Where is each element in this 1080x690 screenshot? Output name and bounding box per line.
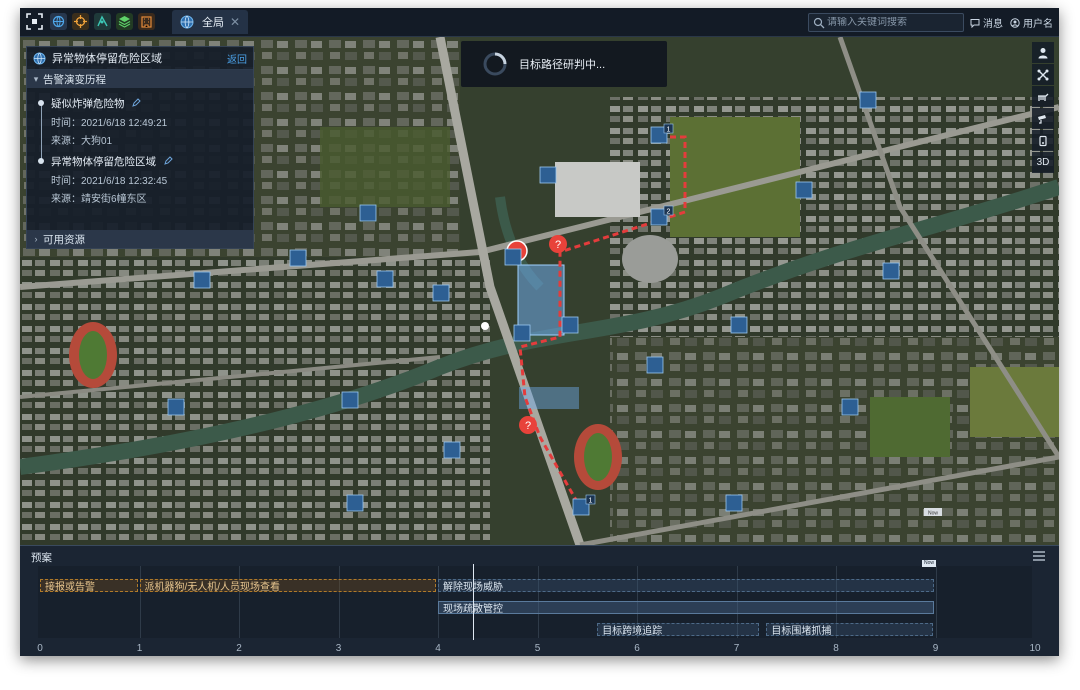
plan-task-bar[interactable]: 现场疏散管控 [438, 601, 934, 614]
event-title: 疑似炸弹危险物 [51, 96, 142, 111]
plan-task-bar[interactable]: 派机器狗/无人机/人员现场查看 [139, 579, 436, 592]
edit-icon[interactable] [131, 98, 142, 108]
event-time: 时间：2021/6/18 12:49:21 [51, 118, 168, 129]
layers-tool-icon[interactable] [116, 13, 133, 30]
section-label: 可用资源 [43, 233, 85, 246]
axis-tick-label: 2 [236, 643, 242, 654]
event-timeline: 疑似炸弹危险物 时间：2021/6/18 12:49:21 来源：大狗01 异常… [27, 88, 253, 230]
view-3d-button[interactable]: 3D [1032, 152, 1054, 173]
now-tag: Now [922, 560, 937, 567]
axis-tick-label: 8 [833, 643, 839, 654]
plan-task-bar[interactable]: 解除现场威胁 [438, 579, 934, 592]
section-label: 告警演变历程 [43, 73, 106, 86]
axis-tick-label: 9 [932, 643, 939, 654]
plan-title: 预案 [31, 552, 52, 564]
axis-tick-label: 3 [335, 643, 342, 654]
panel-header: 异常物体停留危险区域 返回 [27, 47, 253, 70]
svg-text:?: ? [525, 420, 531, 432]
plan-task-bar[interactable]: 接报或告警 [40, 579, 138, 592]
search-input[interactable] [825, 17, 955, 28]
person-layer-icon[interactable] [1032, 42, 1054, 63]
messages-label: 消息 [983, 19, 1003, 30]
grid-line [935, 566, 937, 638]
timeline-dot [38, 158, 44, 164]
event-source: 来源：靖安街6幢东区 [51, 194, 147, 205]
toast-message: 目标路径研判中... [519, 59, 606, 71]
plan-task-bar[interactable]: 目标围堵抓捕 [766, 623, 934, 636]
grid-line [139, 566, 141, 638]
timeline-line [41, 102, 42, 162]
svg-text:?: ? [555, 239, 561, 251]
globe-tool-icon[interactable] [50, 13, 67, 30]
globe-icon [33, 52, 46, 64]
alert-panel: 异常物体停留危险区域 返回 ▾ 告警演变历程 疑似炸弹危险物 时间：2021/6… [26, 46, 254, 249]
map-now-label: Now [928, 511, 938, 517]
back-button[interactable]: 返回 [227, 51, 247, 66]
grid-line [338, 566, 340, 638]
user-label: 用户名 [1023, 19, 1053, 30]
message-icon [970, 18, 980, 28]
axis-tick-label: 6 [634, 643, 640, 654]
chevron-right-icon: › [34, 234, 38, 244]
target-tool-icon[interactable] [72, 13, 89, 30]
axis-tick-label: 4 [435, 643, 441, 654]
chevron-down-icon: ▾ [33, 73, 39, 84]
axis-tick-label: 0 [37, 643, 43, 654]
messages-button[interactable]: 消息 [970, 15, 1003, 30]
panel-title: 异常物体停留危险区域 [52, 53, 162, 65]
section-available-resources[interactable]: › 可用资源 [27, 230, 253, 248]
close-icon[interactable]: ✕ [230, 15, 240, 29]
user-icon [1010, 17, 1020, 28]
event-time: 时间：2021/6/18 12:32:45 [51, 176, 168, 187]
event-source: 来源：大狗01 [51, 136, 113, 147]
search-box[interactable] [808, 13, 964, 32]
axis-tick-label: 1 [136, 643, 143, 654]
route-tool-icon[interactable] [94, 13, 111, 30]
camera-layer-icon[interactable] [1032, 108, 1054, 129]
tab-label: 全局 [202, 17, 224, 29]
axis-tick-label: 10 [1029, 643, 1041, 654]
plan-panel: 预案 0 1 2 3 4 5 6 7 8 9 10 接报或告警派机器狗/无人机/人员现场查看解除现场… [20, 545, 1059, 656]
route-tag: 2 [667, 209, 671, 216]
timeline-dot [38, 100, 44, 106]
drone-layer-icon[interactable] [1032, 64, 1054, 85]
robot-dog-layer-icon[interactable] [1032, 86, 1054, 107]
globe-icon [180, 15, 194, 29]
edit-icon[interactable] [163, 156, 173, 166]
menu-icon[interactable] [1032, 550, 1046, 562]
loading-spinner-icon [483, 52, 507, 76]
axis-tick-label: 5 [534, 643, 541, 654]
grid-line [239, 566, 240, 638]
map-tool-rail: 3D [1032, 42, 1054, 174]
route-tag: 1 [667, 127, 671, 134]
app-window: 全局 ✕ 消息 用户名 [20, 8, 1059, 656]
axis-tick-label: 7 [733, 643, 740, 654]
status-toast: 目标路径研判中... [461, 41, 667, 87]
top-toolbar: 全局 ✕ 消息 用户名 [20, 8, 1059, 37]
now-indicator[interactable] [473, 564, 474, 640]
building-tool-icon[interactable] [138, 13, 155, 30]
user-menu[interactable]: 用户名 [1010, 15, 1053, 30]
fullscreen-icon[interactable] [26, 13, 43, 30]
search-icon [813, 17, 825, 28]
sensor-layer-icon[interactable] [1032, 130, 1054, 151]
section-alert-history[interactable]: ▾ 告警演变历程 [27, 70, 253, 88]
event-title: 异常物体停留危险区域 [51, 154, 173, 169]
plan-task-bar[interactable]: 目标跨境追踪 [597, 623, 760, 636]
route-tag: 1 [589, 498, 593, 505]
tab-global[interactable]: 全局 ✕ [172, 10, 248, 34]
